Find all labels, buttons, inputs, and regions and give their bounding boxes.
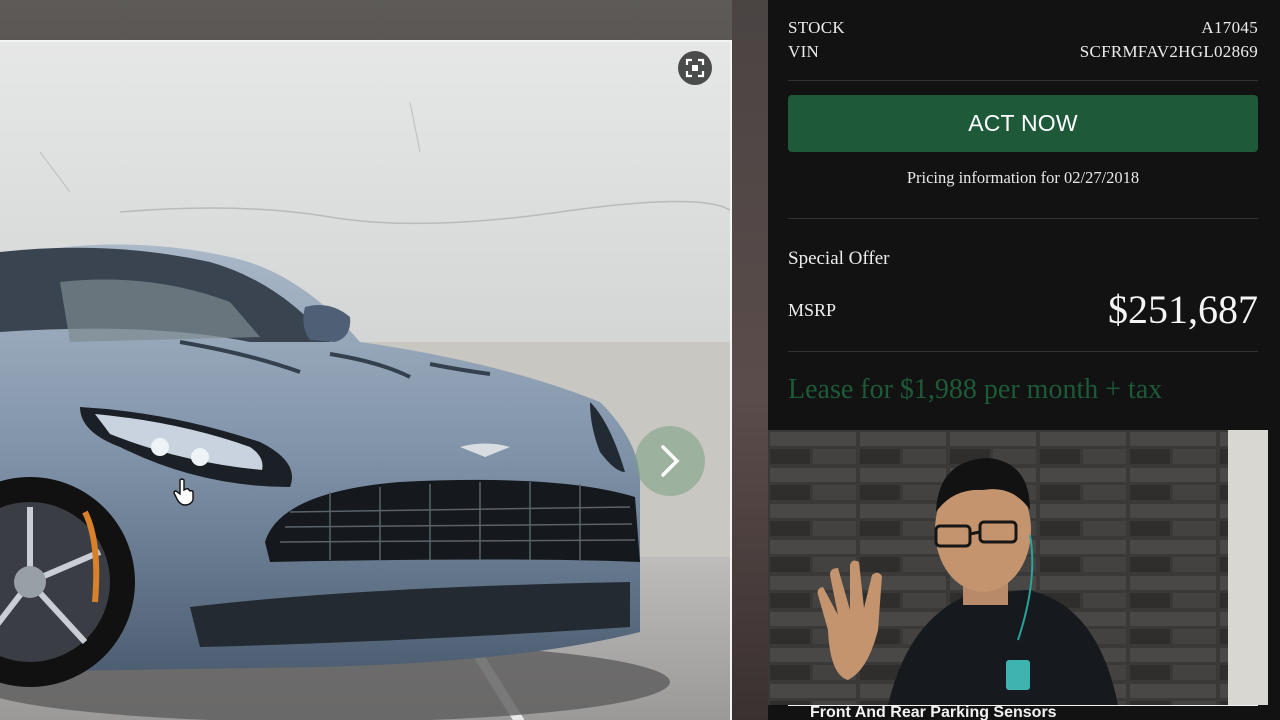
stock-row: STOCK A17045 [788,18,1258,38]
divider [788,218,1258,219]
vin-label: VIN [788,42,820,61]
act-now-button[interactable]: ACT NOW [788,95,1258,152]
special-offer-label: Special Offer [788,248,890,269]
msrp-value: $251,687 [1108,287,1258,332]
lease-offer-link[interactable]: Lease for $1,988 per month + tax [788,374,1162,406]
webcam-overlay [768,430,1268,705]
pricing-info-text: Pricing information for 02/27/2018 [906,168,1140,187]
stock-label: STOCK [788,18,845,37]
vin-value: SCFRMFAV2HGL02869 [1079,42,1258,61]
next-photo-button[interactable] [635,426,705,496]
fullscreen-button[interactable] [678,51,712,85]
backdrop-edge [732,0,768,720]
vin-row: VIN SCFRMFAV2HGL02869 [788,42,1258,62]
presenter-video [768,430,1268,705]
divider [788,80,1258,81]
divider [788,351,1258,352]
vehicle-photo-gallery[interactable] [0,40,732,720]
hand-cursor-icon [173,478,194,506]
feature-item: Front And Rear Parking Sensors [788,703,1258,720]
fullscreen-icon [685,58,705,78]
car-photo [0,42,730,720]
stock-value: A17045 [1201,18,1258,37]
msrp-label: MSRP [788,300,837,320]
chevron-right-icon [661,445,680,477]
